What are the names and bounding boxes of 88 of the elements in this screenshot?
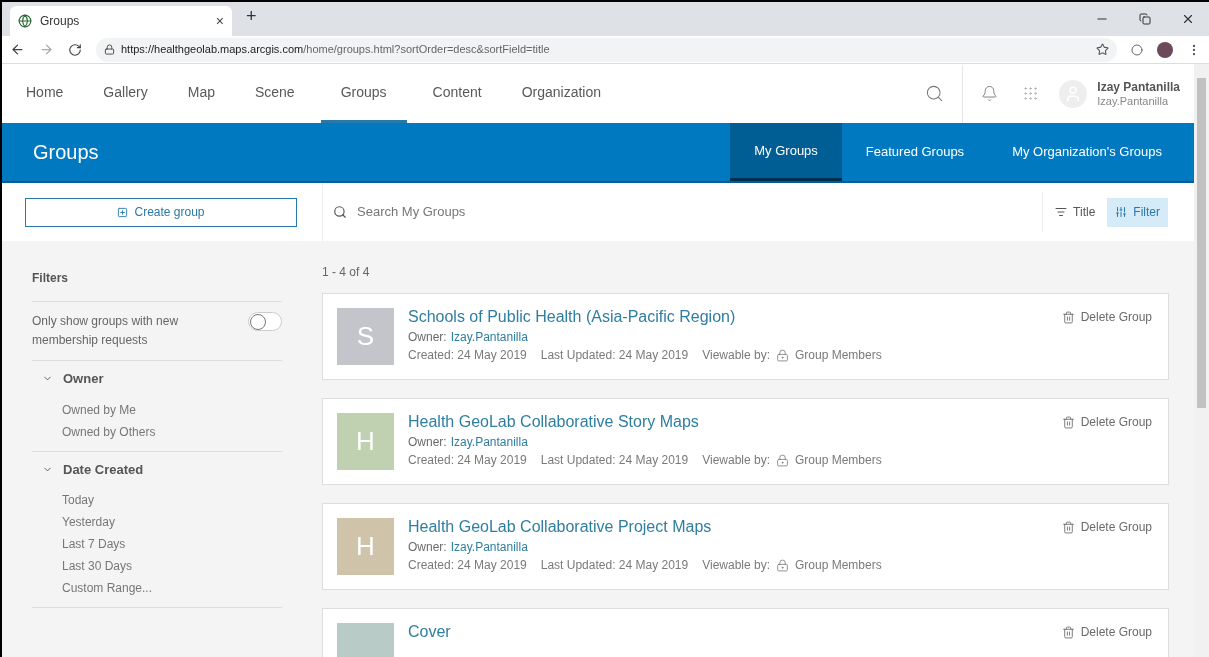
- url-text: https://healthgeolab.maps.arcgis.com/home/groups.html?sortOrder=desc&sortField=title: [121, 42, 550, 58]
- group-title-link[interactable]: Health GeoLab Collaborative Project Maps: [408, 516, 1048, 538]
- search-icon[interactable]: [925, 84, 945, 103]
- updated-date: Last Updated: 24 May 2019: [540, 347, 689, 364]
- group-title-link[interactable]: Schools of Public Health (Asia-Pacific Region): [408, 306, 1048, 328]
- user-name: Izay Pantanilla: [1097, 79, 1180, 94]
- trash-icon: [1061, 310, 1075, 324]
- viewable-value: Group Members: [795, 557, 882, 574]
- created-date: Created: 24 May 2019: [408, 347, 527, 364]
- filter-option[interactable]: Today: [32, 489, 282, 511]
- owner-label: Owner:: [408, 329, 447, 346]
- filter-option[interactable]: Owned by Me: [32, 398, 282, 421]
- sort-lines-icon: [1055, 206, 1068, 218]
- nav-link[interactable]: Content: [412, 64, 502, 123]
- filter-option[interactable]: Custom Range...: [32, 577, 282, 599]
- filter-section-header[interactable]: Owner: [32, 361, 104, 399]
- toggle-label: Only show groups with new membership requests: [32, 313, 180, 349]
- delete-group-button[interactable]: Delete Group: [1061, 413, 1154, 431]
- lock-icon: [776, 348, 789, 362]
- extension-icon[interactable]: [1131, 43, 1143, 56]
- lock-icon: [776, 558, 789, 572]
- profile-avatar[interactable]: [1157, 41, 1173, 58]
- owner-label: Owner:: [408, 434, 447, 451]
- nav-link[interactable]: Map: [167, 64, 235, 123]
- group-tab[interactable]: My Groups: [730, 123, 842, 181]
- nav-link[interactable]: Organization: [501, 64, 621, 123]
- close-icon[interactable]: [1181, 12, 1195, 26]
- viewable-label: Viewable by:: [702, 557, 770, 574]
- nav-link[interactable]: Scene: [234, 64, 315, 123]
- thumbnail-letter: H: [356, 530, 375, 563]
- reload-icon[interactable]: [68, 42, 82, 57]
- membership-toggle[interactable]: [248, 312, 282, 331]
- globe-icon: [18, 14, 32, 28]
- filter-section-header[interactable]: Date Created: [32, 451, 144, 489]
- owner-link[interactable]: Izay.Pantanilla: [450, 328, 528, 346]
- group-title-link[interactable]: Health GeoLab Collaborative Story Maps: [408, 411, 1048, 433]
- user-username: Izay.Pantanilla: [1097, 94, 1170, 108]
- updated-date: Last Updated: 24 May 2019: [540, 557, 689, 574]
- created-date: Created: 24 May 2019: [408, 557, 527, 574]
- sort-button[interactable]: Title: [1043, 203, 1108, 221]
- tab-close[interactable]: ×: [215, 10, 224, 32]
- create-group-button[interactable]: Create group: [25, 197, 297, 227]
- apps-grid-icon[interactable]: [1022, 85, 1040, 102]
- delete-group-button[interactable]: Delete Group: [1061, 518, 1154, 536]
- created-date: Created: 24 May 2019: [408, 452, 527, 469]
- nav-link[interactable]: Gallery: [83, 64, 168, 123]
- trash-icon: [1061, 625, 1075, 639]
- filter-button[interactable]: Filter: [1107, 197, 1168, 227]
- viewable-value: Group Members: [795, 452, 882, 469]
- thumbnail-letter: H: [356, 425, 375, 458]
- plus-square-icon: [117, 206, 129, 218]
- sliders-icon: [1115, 206, 1128, 218]
- results-count: 1 - 4 of 4: [322, 264, 371, 281]
- owner-label: Owner:: [408, 539, 447, 556]
- url-field[interactable]: https://healthgeolab.maps.arcgis.com/home/groups.html?sortOrder=desc&sortField=title: [96, 37, 1117, 62]
- filters-heading: Filters: [32, 269, 282, 302]
- group-tab[interactable]: Featured Groups: [841, 123, 989, 181]
- forward-icon[interactable]: [39, 42, 54, 57]
- nav-link[interactable]: Home: [6, 64, 84, 123]
- trash-icon: [1061, 520, 1075, 534]
- viewable-label: Viewable by:: [702, 452, 770, 469]
- notification-bell-icon[interactable]: [981, 85, 999, 102]
- group-title-link[interactable]: Cover: [408, 621, 1048, 643]
- owner-link[interactable]: Izay.Pantanilla: [450, 433, 528, 451]
- lock-icon: [776, 453, 789, 467]
- filter-option[interactable]: Last 30 Days: [32, 555, 282, 577]
- filter-option[interactable]: Owned by Others: [32, 420, 282, 443]
- back-icon[interactable]: [10, 42, 25, 57]
- tab-title: Groups: [40, 13, 81, 30]
- new-tab-button[interactable]: +: [246, 3, 257, 30]
- page-title: Groups: [32, 140, 100, 165]
- star-icon[interactable]: [1096, 43, 1109, 56]
- group-tab[interactable]: My Organization's Groups: [988, 123, 1194, 181]
- trash-icon: [1061, 415, 1075, 429]
- delete-group-button[interactable]: Delete Group: [1061, 623, 1154, 641]
- viewable-label: Viewable by:: [702, 347, 770, 364]
- browser-tab[interactable]: Groups ×: [10, 6, 232, 36]
- restore-icon[interactable]: [1139, 13, 1151, 25]
- search-icon: [333, 205, 347, 219]
- filter-option[interactable]: Yesterday: [32, 511, 282, 533]
- updated-date: Last Updated: 24 May 2019: [540, 452, 689, 469]
- owner-link[interactable]: Izay.Pantanilla: [450, 538, 528, 556]
- thumbnail-letter: S: [356, 320, 375, 353]
- delete-group-button[interactable]: Delete Group: [1061, 308, 1154, 326]
- search-field[interactable]: Search My Groups: [357, 202, 1043, 222]
- viewable-value: Group Members: [795, 347, 882, 364]
- filter-option[interactable]: Last 7 Days: [32, 533, 282, 555]
- lock-icon: [104, 44, 115, 55]
